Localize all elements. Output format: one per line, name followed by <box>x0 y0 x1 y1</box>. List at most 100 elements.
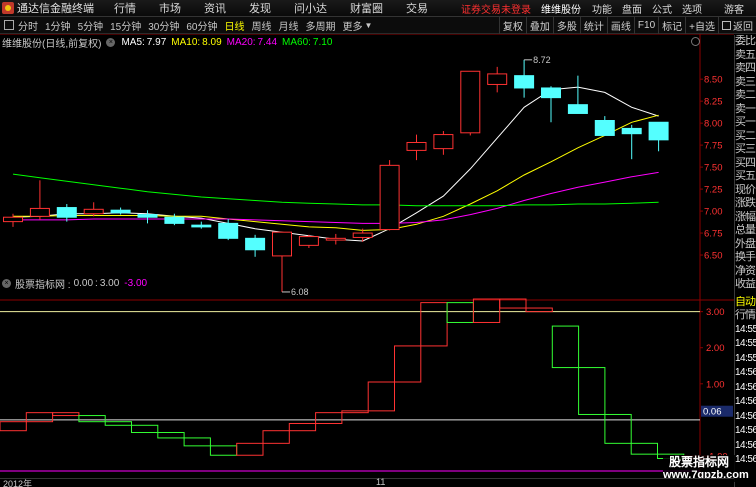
candle-body-down <box>110 209 131 214</box>
quote-row: 卖三 <box>735 75 756 88</box>
candle-body-up <box>83 208 104 215</box>
indicator-box <box>52 412 80 417</box>
indicator-box <box>209 445 238 456</box>
candle-body-down <box>514 75 535 89</box>
ma20-value: 7.44 <box>257 37 278 48</box>
close-icon[interactable]: × <box>106 38 116 47</box>
quote-row: 卖四 <box>735 62 756 74</box>
candle-body-up <box>352 232 373 238</box>
chevron-down-icon[interactable]: ▼ <box>365 21 373 30</box>
moving-average-lines <box>12 86 659 242</box>
candle-body-up <box>460 70 481 134</box>
draw-line-button[interactable]: 画线 <box>606 17 634 34</box>
indicator-panel-header: × 股票指标网 : 0.00 : 3.00 -3.00 <box>2 276 147 291</box>
indicator-panel <box>0 298 711 472</box>
quote-row: 卖一 <box>735 102 756 115</box>
menu-functions[interactable]: 功能 <box>592 1 612 16</box>
quote-market-label[interactable]: 行情 <box>735 309 756 323</box>
indicator-value-1: 3.00 <box>99 278 120 289</box>
indicator-box <box>551 325 580 369</box>
menu-options[interactable]: 选项 <box>682 1 702 16</box>
ma5-label: MA5: <box>121 37 145 48</box>
quote-row: 净资 <box>735 264 756 277</box>
period-30min[interactable]: 30分钟 <box>148 18 179 33</box>
quote-row: 外盘 <box>735 237 756 250</box>
close-icon[interactable]: × <box>2 279 11 288</box>
chart-toolbar: 分时 1分钟 5分钟 15分钟 30分钟 60分钟 日线 周线 月线 多周期 更… <box>0 17 756 34</box>
quote-row: 现价 <box>735 183 756 196</box>
period-more[interactable]: 更多 <box>343 18 363 33</box>
candle-body-up <box>379 164 400 231</box>
candle-body-up <box>433 134 454 150</box>
quote-row: 涨幅 <box>735 210 756 223</box>
price-tick-label: 6.50 <box>704 251 723 262</box>
period-5min[interactable]: 5分钟 <box>78 18 104 33</box>
indicator-box <box>315 412 343 424</box>
candle-body-down <box>56 207 77 218</box>
period-1min[interactable]: 1分钟 <box>45 18 71 33</box>
back-button[interactable]: 返回 <box>718 17 756 34</box>
main-panel-grid <box>0 34 734 478</box>
price-tick-label: 7.75 <box>704 141 723 152</box>
multi-stock-button[interactable]: 多股 <box>552 17 580 34</box>
high-price-label: 8.72 <box>533 55 551 65</box>
menu-wealth-circle[interactable]: 财富圈 <box>350 0 383 16</box>
candle-body-down <box>621 127 642 135</box>
price-tick-label: 8.00 <box>704 119 723 130</box>
menu-trade[interactable]: 交易 <box>406 0 428 16</box>
f10-button[interactable]: F10 <box>633 17 658 34</box>
indicator-box <box>78 415 106 423</box>
low-price-label: 6.08 <box>291 287 309 297</box>
mark-button[interactable]: 标记 <box>658 17 685 34</box>
tick-time: 14:56 <box>735 425 756 436</box>
ma10-label: MA10: <box>171 37 201 48</box>
candle-body-down <box>245 237 266 251</box>
period-15min[interactable]: 15分钟 <box>110 18 141 33</box>
candle-body-down <box>594 120 615 136</box>
indicator-box <box>104 421 132 426</box>
add-watchlist-button[interactable]: +自选 <box>685 17 718 34</box>
period-daily[interactable]: 日线 <box>225 18 245 33</box>
indicator-axis: 3.002.001.00-1.000.06 <box>700 307 733 462</box>
candle-body-down <box>648 121 669 141</box>
candle-body-up <box>3 216 23 223</box>
candle-body-up <box>325 237 346 241</box>
user-guest[interactable]: 游客 <box>724 1 744 16</box>
menu-discover[interactable]: 发现 <box>249 0 271 16</box>
menu-news[interactable]: 资讯 <box>204 0 226 16</box>
price-tick-label: 8.50 <box>704 75 723 86</box>
quote-auto-label[interactable]: 自动 <box>735 296 756 310</box>
quote-row: 卖五 <box>735 48 756 61</box>
period-60min[interactable]: 60分钟 <box>186 18 217 33</box>
quote-row: 买四 <box>735 156 756 169</box>
candlesticks: 8.72 6.08 <box>3 55 669 297</box>
period-monthly[interactable]: 月线 <box>279 18 299 33</box>
candle-body-down <box>218 222 239 239</box>
ma5-value: 7.97 <box>146 37 167 48</box>
menu-formula[interactable]: 公式 <box>652 1 672 16</box>
menu-quotes[interactable]: 行情 <box>114 0 136 16</box>
period-tick[interactable]: 分时 <box>18 18 38 33</box>
menu-board[interactable]: 盘面 <box>622 1 642 16</box>
period-weekly[interactable]: 周线 <box>252 18 272 33</box>
indicator-box <box>630 442 659 455</box>
kline-chart[interactable]: 8.72 6.08 6.50 6.75 7.00 7.25 7.50 7.75 8.00 8.2… <box>0 34 734 478</box>
quote-row: 委比 <box>735 35 756 47</box>
menu-assistant[interactable]: 问小达 <box>294 0 327 16</box>
tick-time: 14:55 <box>735 323 756 335</box>
ma-line-ma60 <box>12 173 659 207</box>
toolbar-right-buttons: 复权 叠加 多股 统计 画线 F10 标记 +自选 返回 <box>498 17 756 34</box>
overlay-button[interactable]: 叠加 <box>525 17 553 34</box>
statistics-button[interactable]: 统计 <box>579 17 607 34</box>
watermark-title: 股票指标网 <box>668 455 729 469</box>
panel-settings-icon[interactable] <box>691 37 700 46</box>
period-multi[interactable]: 多周期 <box>306 18 336 33</box>
ma-line-ma5 <box>12 86 659 242</box>
indicator-box <box>604 413 632 444</box>
trade-login-notice[interactable]: 证券交易未登录 <box>461 1 531 16</box>
indicator-box <box>472 298 501 323</box>
main-price-axis: 6.50 6.75 7.00 7.25 7.50 7.75 8.00 8.25 8.50 <box>700 75 723 262</box>
layout-toggle-icon[interactable] <box>4 20 14 30</box>
menu-market[interactable]: 市场 <box>159 0 181 16</box>
adjust-button[interactable]: 复权 <box>498 17 526 34</box>
